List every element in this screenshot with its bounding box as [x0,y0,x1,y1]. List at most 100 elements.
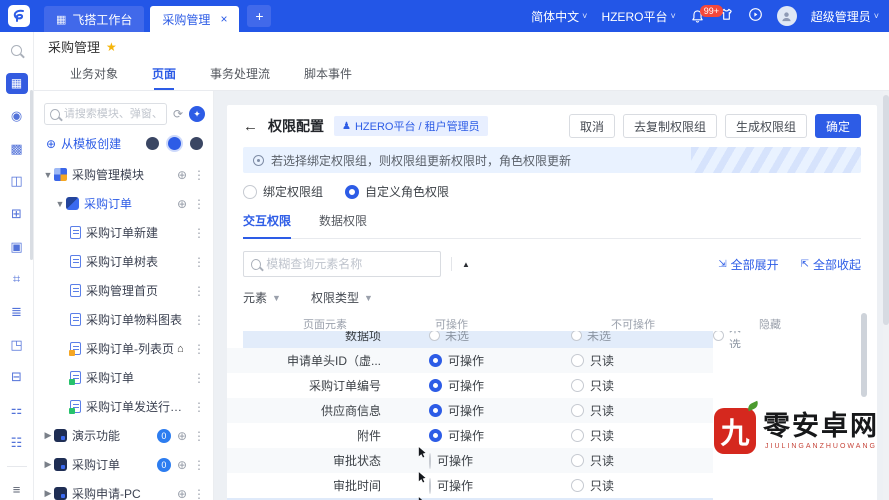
element-search-input[interactable] [266,257,433,271]
add-icon[interactable]: ⊕ [177,197,187,211]
radio-unchecked-icon[interactable] [243,184,257,199]
radio-custom-role[interactable]: 自定义角色权限 [345,183,449,200]
create-from-template-link[interactable]: ⊕ 从模板创建 [46,135,121,152]
radio-unchecked-icon[interactable] [571,429,584,442]
rail-scrollbar[interactable] [30,90,33,260]
more-icon[interactable]: ⋮ [193,458,205,472]
platform-selector[interactable]: HZERO平台 ˅ [601,8,675,25]
radio-checked-icon[interactable] [429,404,442,417]
tab-procurement-active[interactable]: 采购管理 × [150,6,240,32]
collapse-toggle-icon[interactable]: ▲ [462,260,470,269]
back-arrow-icon[interactable]: ← [243,118,258,135]
tree-search-box[interactable] [44,103,167,125]
tab-transaction-flow[interactable]: 事务处理流 [210,65,270,90]
language-selector[interactable]: 简体中文 ˅ [531,8,587,25]
table-row[interactable]: 审批状态 可操作 只读 [227,446,713,473]
tab-data-permission[interactable]: 数据权限 [319,212,367,238]
radio-unchecked-icon[interactable] [429,452,431,469]
collapse-all-link[interactable]: ⇱ 全部收起 [801,256,861,273]
tree-item-home[interactable]: 采购管理首页 ⋮ [34,276,213,305]
rail-item-components[interactable]: ▦ [5,72,28,95]
radio-checked-icon[interactable] [429,379,442,392]
tree-item-material-chart[interactable]: 采购订单物料图表 ⋮ [34,305,213,334]
expand-all-link[interactable]: ⇲ 全部展开 [718,256,778,273]
more-icon[interactable]: ⋮ [193,226,205,240]
table-row[interactable]: 审批时间 可操作 只读 [227,471,713,498]
tree-item-po-group[interactable]: ▶ 采购订单 0 ⊕ ⋮ [34,450,213,479]
favorite-star-icon[interactable]: ★ [106,40,117,54]
radio-checked-icon[interactable] [429,354,442,367]
tree-item-send-popup[interactable]: 采购订单发送行弹窗 ⋮ [34,392,213,421]
radio-checked-icon[interactable] [429,429,442,442]
rail-item-panel[interactable]: ◫ [6,171,28,193]
rail-search-button[interactable] [6,40,28,62]
refresh-icon[interactable]: ⟳ [173,107,183,121]
tree-item-module[interactable]: ▼ 采购管理模块 ⊕ ⋮ [34,160,213,189]
page-scrollbar-thumb[interactable] [883,95,889,325]
table-row[interactable]: 供应商信息 可操作 只读 [227,398,713,423]
generate-permission-group-button[interactable]: 生成权限组 [724,114,807,138]
close-tab-icon[interactable]: × [220,12,227,26]
chevron-right-icon[interactable]: ▶ [42,430,54,441]
tab-workspace[interactable]: ▦ 飞搭工作台 [44,6,145,32]
status-dot-1[interactable] [146,137,159,150]
table-group-row[interactable]: 数据项 未选 未选 未选 [243,331,741,348]
add-icon[interactable]: ⊕ [177,168,187,182]
cancel-button[interactable]: 取消 [568,114,615,138]
rail-item-outline[interactable]: ≡ [6,478,28,500]
more-icon[interactable]: ⋮ [193,255,205,269]
tree-item-po-tree-table[interactable]: 采购订单树表 ⋮ [34,247,213,276]
radio-unchecked-icon[interactable] [571,331,582,341]
chevron-down-icon[interactable]: ▼ [54,199,66,209]
confirm-button[interactable]: 确定 [814,114,861,138]
add-icon[interactable]: ⊕ [177,487,187,500]
more-icon[interactable]: ⋮ [193,197,205,211]
more-icon[interactable]: ⋮ [193,400,205,414]
radio-unchecked-icon[interactable] [571,379,584,392]
more-icon[interactable]: ⋮ [193,371,205,385]
tab-business-object[interactable]: 业务对象 [70,65,118,90]
filter-permission-type-dropdown[interactable]: 权限类型 ▼ [311,289,373,306]
group-option-hidden[interactable]: 未选 [713,331,741,348]
table-scrollbar[interactable] [861,313,867,397]
copy-permission-group-button[interactable]: 去复制权限组 [622,114,717,138]
page-scrollbar-track[interactable] [883,91,889,500]
tree-item-po-create[interactable]: 采购订单新建 ⋮ [34,218,213,247]
rail-item-layout[interactable]: ⌗ [6,268,28,290]
radio-unchecked-icon[interactable] [713,331,724,341]
chevron-right-icon[interactable]: ▶ [42,488,54,499]
rail-item-flow[interactable]: ⚏ [6,399,28,421]
help-video-button[interactable] [748,7,763,25]
rail-item-list[interactable]: ≣ [6,301,28,323]
rail-item-theme[interactable]: ◉ [6,105,28,127]
more-icon[interactable]: ⋮ [193,342,205,356]
assistant-button[interactable]: ✦ [189,106,205,122]
tab-page[interactable]: 页面 [152,65,176,90]
radio-unchecked-icon[interactable] [571,354,584,367]
more-icon[interactable]: ⋮ [193,168,205,182]
group-option-not-operable[interactable]: 未选 [571,331,611,344]
group-option-operable[interactable]: 未选 [429,331,469,344]
tree-search-input[interactable] [63,108,161,120]
tree-item-demo[interactable]: ▶ 演示功能 0 ⊕ ⋮ [34,421,213,450]
app-logo[interactable] [8,5,30,27]
more-icon[interactable]: ⋮ [193,313,205,327]
add-tab-button[interactable]: + [247,5,272,27]
table-row[interactable]: 附件 可操作 只读 [227,423,713,448]
tree-item-purchase-order[interactable]: ▼ 采购订单 ⊕ ⋮ [34,189,213,218]
user-menu[interactable]: 超级管理员 ˅ [811,8,879,25]
rail-item-card[interactable]: ▣ [6,236,28,258]
element-search-box[interactable] [243,251,441,277]
radio-unchecked-icon[interactable] [571,454,584,467]
tree-item-list-page[interactable]: 采购订单-列表页 ⌂ ⋮ [34,334,213,363]
rail-item-section[interactable]: ⊟ [6,366,28,388]
tab-script-event[interactable]: 脚本事件 [304,65,352,90]
chevron-right-icon[interactable]: ▶ [42,459,54,470]
table-row[interactable]: 申请单头ID（虚... 可操作 只读 [227,348,713,373]
rail-item-grid[interactable]: ▩ [6,138,28,160]
rail-item-table[interactable]: ☷ [6,432,28,454]
radio-unchecked-icon[interactable] [571,479,584,492]
rail-item-image[interactable]: ⊞ [6,203,28,225]
tab-interaction-permission[interactable]: 交互权限 [243,212,292,239]
radio-bind-group[interactable]: 绑定权限组 [243,183,323,200]
